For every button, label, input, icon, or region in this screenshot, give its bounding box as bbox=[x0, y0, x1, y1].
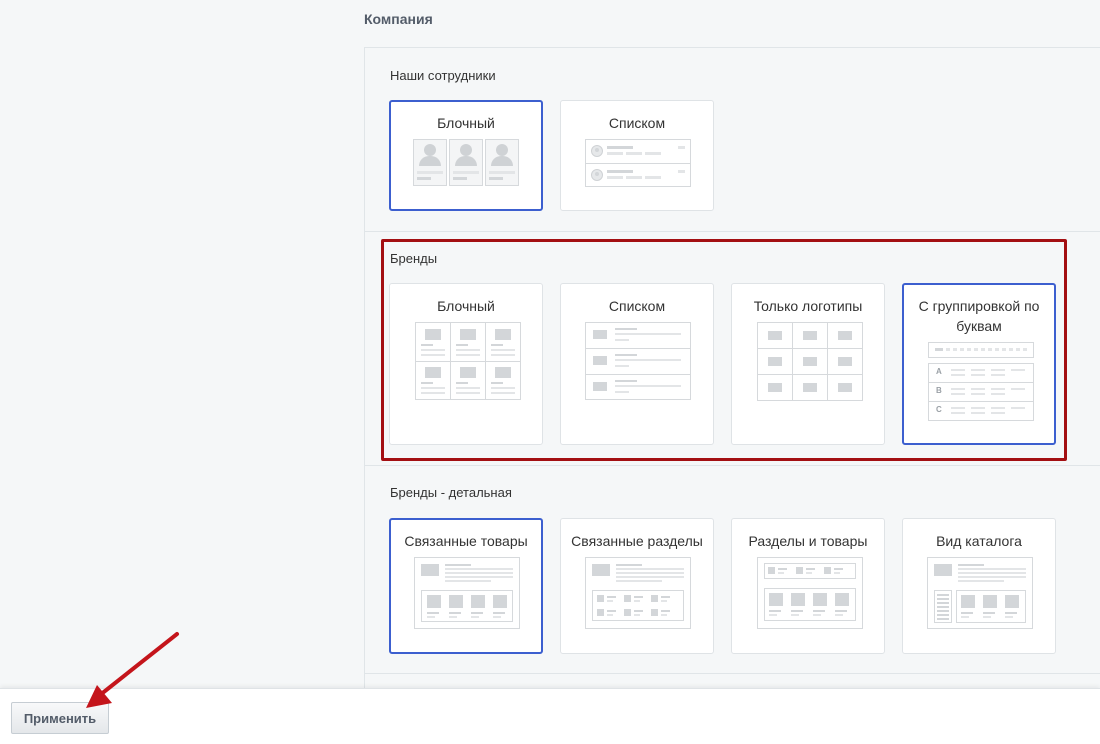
option-brands-alphabet[interactable]: С группировкой по буквам A B C bbox=[902, 283, 1056, 445]
bottom-bar bbox=[0, 688, 1100, 744]
preview-employees-block bbox=[413, 139, 519, 186]
section-brand-detail: Бренды - детальная Связанные товары Связ… bbox=[364, 465, 1100, 674]
preview-alphabet-groups: A B C bbox=[928, 363, 1034, 421]
option-detail-related-sections[interactable]: Связанные разделы bbox=[560, 518, 714, 654]
section-brands: Бренды Блочный Списком Только логотипы С… bbox=[364, 231, 1100, 466]
apply-button[interactable]: Применить bbox=[11, 702, 109, 734]
section-title: Бренды bbox=[390, 251, 438, 266]
option-label: Связанные разделы bbox=[571, 533, 703, 549]
preview-related-products bbox=[414, 557, 520, 629]
preview-related-sections bbox=[585, 557, 691, 629]
option-label: Списком bbox=[608, 115, 666, 131]
option-label: Блочный bbox=[437, 115, 495, 131]
preview-employees-list bbox=[585, 139, 691, 187]
option-label: Разделы и товары bbox=[748, 533, 868, 549]
option-detail-related-products[interactable]: Связанные товары bbox=[389, 518, 543, 654]
preview-alphabet-bar bbox=[928, 342, 1034, 358]
option-label: Вид каталога bbox=[936, 533, 1022, 549]
section-employees: Наши сотрудники Блочный Списком bbox=[364, 47, 1100, 232]
preview-brands-block bbox=[415, 322, 521, 400]
letter-b: B bbox=[936, 386, 942, 395]
option-label: Списком bbox=[608, 298, 666, 314]
option-brands-block[interactable]: Блочный bbox=[389, 283, 543, 445]
option-detail-sections-and-products[interactable]: Разделы и товары bbox=[731, 518, 885, 654]
section-title: Наши сотрудники bbox=[390, 68, 496, 83]
letter-a: A bbox=[936, 367, 942, 376]
option-brands-logos[interactable]: Только логотипы bbox=[731, 283, 885, 445]
preview-brands-list bbox=[585, 322, 691, 400]
preview-brands-logos bbox=[757, 322, 863, 401]
preview-sections-and-products bbox=[757, 557, 863, 629]
option-employees-list[interactable]: Списком bbox=[560, 100, 714, 211]
option-label: Связанные товары bbox=[404, 533, 528, 549]
letter-c: C bbox=[936, 405, 942, 414]
option-employees-block[interactable]: Блочный bbox=[389, 100, 543, 211]
option-label: Блочный bbox=[437, 298, 495, 314]
section-title: Бренды - детальная bbox=[390, 485, 512, 500]
preview-catalog-view bbox=[927, 557, 1033, 629]
option-label: С группировкой по буквам bbox=[918, 298, 1040, 334]
option-label: Только логотипы bbox=[753, 298, 863, 314]
option-brands-list[interactable]: Списком bbox=[560, 283, 714, 445]
option-detail-catalog-view[interactable]: Вид каталога bbox=[902, 518, 1056, 654]
page-title: Компания bbox=[364, 11, 433, 27]
